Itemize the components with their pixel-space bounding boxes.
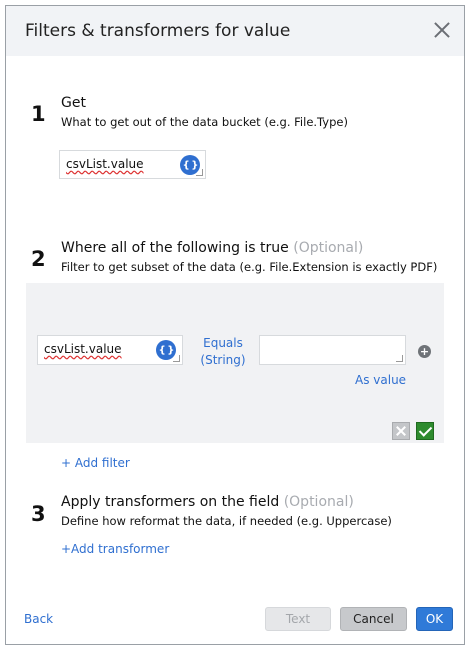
operator-label: Equals	[203, 336, 243, 350]
filter-left-input[interactable]: csvList.value { }	[37, 335, 183, 365]
add-filter-link[interactable]: + Add filter	[61, 456, 130, 470]
filters-transformers-dialog: Filters & transformers for value 1 Get W…	[5, 5, 465, 645]
step-2-title-text: Where all of the following is true	[61, 240, 289, 256]
get-field-value: csvList.value	[66, 157, 144, 171]
step-3-title-text: Apply transformers on the field	[61, 494, 280, 510]
cancel-button[interactable]: Cancel	[340, 607, 407, 631]
dialog-title: Filters & transformers for value	[25, 21, 291, 41]
step-3-optional: (Optional)	[283, 494, 354, 510]
add-transformer-link[interactable]: +Add transformer	[61, 542, 169, 556]
step-2-optional: (Optional)	[293, 240, 364, 256]
step-2-description: Filter to get subset of the data (e.g. F…	[61, 260, 438, 274]
plus-circle-icon[interactable]: +	[418, 345, 431, 358]
operator-selector[interactable]: Equals (String)	[194, 335, 252, 369]
back-link[interactable]: Back	[24, 612, 53, 626]
step-1-number: 1	[31, 102, 46, 126]
resize-handle-icon[interactable]	[396, 355, 403, 362]
step-1-title: Get	[61, 95, 86, 111]
filter-left-value: csvList.value	[44, 342, 122, 356]
filter-panel: csvList.value { } Equals (String) + As v…	[26, 283, 444, 443]
as-value-link[interactable]: As value	[355, 373, 406, 387]
save-filter-check-icon[interactable]	[416, 422, 434, 440]
step-3-number: 3	[31, 502, 46, 526]
ok-button[interactable]: OK	[416, 607, 453, 631]
step-3-title: Apply transformers on the field (Optiona…	[61, 494, 354, 510]
discard-filter-icon[interactable]	[392, 422, 410, 440]
text-button[interactable]: Text	[265, 607, 331, 631]
operator-type: (String)	[200, 353, 246, 367]
dialog-header: Filters & transformers for value	[6, 6, 464, 56]
close-icon[interactable]	[432, 20, 452, 40]
step-1-description: What to get out of the data bucket (e.g.…	[61, 115, 348, 129]
step-2-number: 2	[31, 247, 46, 271]
get-field-input[interactable]: csvList.value { }	[59, 150, 206, 179]
resize-handle-icon[interactable]	[196, 169, 203, 176]
step-2-title: Where all of the following is true (Opti…	[61, 240, 363, 256]
filter-right-input[interactable]	[259, 335, 406, 365]
resize-handle-icon[interactable]	[173, 355, 180, 362]
step-3-description: Define how reformat the data, if needed …	[61, 514, 392, 528]
